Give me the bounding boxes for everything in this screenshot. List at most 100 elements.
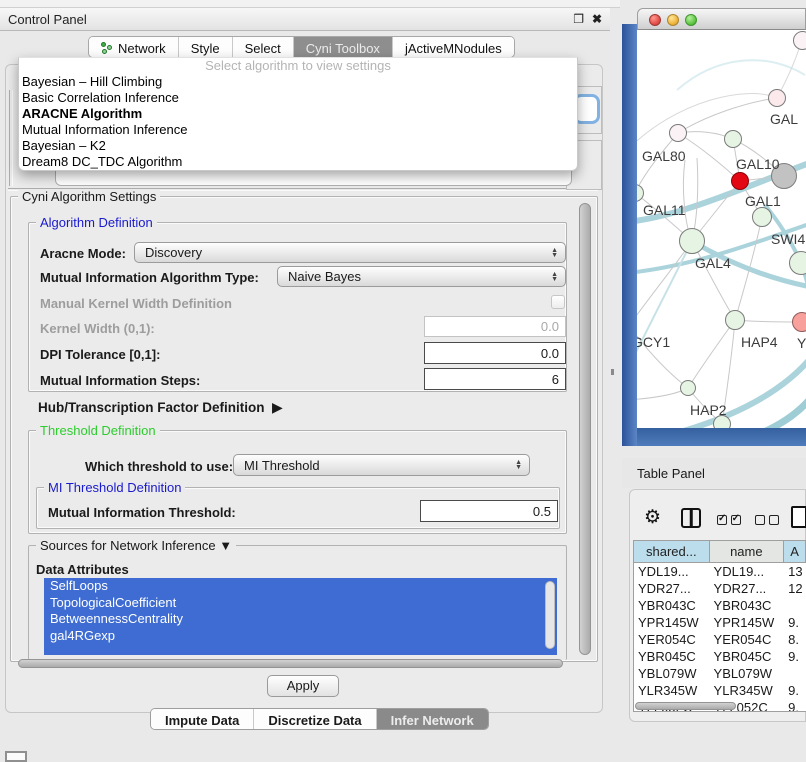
which-threshold-combo[interactable]: MI Threshold ▲▼ [233, 454, 530, 476]
table-row[interactable]: YPR145W YPR145W 9. [634, 614, 806, 631]
table-row[interactable]: YBR043C YBR043C [634, 597, 806, 614]
mi-steps-input[interactable]: 6 [424, 368, 566, 390]
node-hap4[interactable] [725, 310, 745, 330]
column-header-shared-name[interactable]: shared... [634, 541, 710, 562]
mi-threshold-group-title: MI Threshold Definition [44, 480, 185, 495]
menu-item-aracne[interactable]: ARACNE Algorithm [19, 106, 577, 122]
threshold-definition-title: Threshold Definition [36, 423, 160, 438]
cell: YPR145W [634, 614, 710, 631]
docked-panel-button[interactable] [5, 751, 27, 762]
new-table-icon[interactable] [791, 506, 806, 528]
settings-horizontal-scrollbar[interactable] [18, 659, 563, 668]
tab-discretize-data[interactable]: Discretize Data [254, 709, 376, 729]
node-red-selected[interactable] [731, 172, 749, 190]
tab-infer-network-label: Infer Network [391, 713, 474, 728]
cell: 13 [784, 563, 806, 580]
network-canvas[interactable]: GAL GAL80 GAL10 GAL1 GAL11 SWI4 GAL4 GCY… [637, 30, 806, 428]
table-row[interactable]: YBR045C YBR045C 9. [634, 648, 806, 665]
tab-jactivemnodules[interactable]: jActiveMNodules [393, 37, 514, 57]
node-swi4[interactable] [752, 207, 772, 227]
tab-select[interactable]: Select [233, 37, 294, 57]
tab-impute-data[interactable]: Impute Data [151, 709, 254, 729]
attributes-scrollbar[interactable] [545, 581, 555, 649]
tab-infer-network[interactable]: Infer Network [377, 709, 488, 729]
node-gal4[interactable] [679, 228, 705, 254]
menu-item-bayesian-hill-climbing[interactable]: Bayesian – Hill Climbing [19, 74, 577, 90]
cell: YLR345W [710, 682, 785, 699]
table-panel-titlebar: Table Panel [622, 458, 806, 488]
node-label: GAL10 [736, 156, 780, 172]
mi-type-label: Mutual Information Algorithm Type: [40, 270, 259, 285]
tab-cyni-toolbox[interactable]: Cyni Toolbox [294, 37, 393, 57]
menu-item-mutual-information[interactable]: Mutual Information Inference [19, 122, 577, 138]
minimize-traffic-light-icon[interactable] [667, 14, 679, 26]
cell: YDR27... [710, 580, 785, 597]
node-y-cut[interactable] [792, 312, 806, 332]
settings-vertical-scrollbar[interactable] [579, 203, 591, 655]
aracne-mode-combo[interactable]: Discovery ▲▼ [134, 242, 566, 263]
menu-item-basic-correlation[interactable]: Basic Correlation Inference [19, 90, 577, 106]
node-gal-cut[interactable] [768, 89, 786, 107]
tab-style[interactable]: Style [179, 37, 233, 57]
menu-item-dream8[interactable]: Dream8 DC_TDC Algorithm [19, 154, 577, 170]
node-gal80[interactable] [669, 124, 687, 142]
network-window-frame-bottom [637, 428, 806, 446]
table-horizontal-scrollbar[interactable] [635, 702, 736, 710]
hub-definition-label[interactable]: Hub/Transcription Factor Definition [38, 400, 265, 415]
node-hap2[interactable] [680, 380, 696, 396]
which-threshold-label: Which threshold to use: [85, 459, 233, 474]
node-partial-top[interactable] [793, 31, 806, 50]
cyni-settings-title: Cyni Algorithm Settings [18, 189, 160, 204]
cell: YDR27... [634, 580, 710, 597]
table-panel-toolbar: ⚙ [633, 500, 806, 538]
sources-title-text: Sources for Network Inference [40, 538, 216, 553]
deselect-all-checkboxes-icon[interactable] [755, 513, 779, 528]
tab-network[interactable]: Network [89, 37, 179, 57]
tab-discretize-data-label: Discretize Data [268, 713, 361, 728]
cell [784, 665, 806, 682]
cell: YBR043C [634, 597, 710, 614]
list-item[interactable]: TopologicalCoefficient [44, 595, 557, 612]
close-icon[interactable]: ✖ [592, 12, 602, 26]
kernel-width-input[interactable]: 0.0 [424, 316, 566, 337]
mi-type-value: Naive Bayes [288, 269, 361, 284]
node-right-edge-green[interactable] [789, 251, 806, 275]
table-row[interactable]: YLR345W YLR345W 9. [634, 682, 806, 699]
list-item[interactable]: gal4RGexp [44, 628, 557, 645]
cell: 9. [784, 682, 806, 699]
stepper-arrows-icon: ▲▼ [551, 248, 558, 258]
cell: YBL079W [710, 665, 785, 682]
menu-item-bayesian-k2[interactable]: Bayesian – K2 [19, 138, 577, 154]
list-item[interactable]: BetweennessCentrality [44, 611, 557, 628]
table-row[interactable]: YDL19... YDL19... 13 [634, 563, 806, 580]
node-table[interactable]: shared... name A YDL19... YDL19... 13 YD… [633, 540, 806, 712]
data-attributes-list[interactable]: SelfLoops TopologicalCoefficient Between… [44, 578, 557, 655]
network-window-titlebar[interactable] [637, 8, 806, 30]
select-all-checkboxes-icon[interactable] [717, 513, 741, 528]
node-label: GAL4 [695, 255, 731, 271]
sources-collapse-arrow-icon[interactable]: ▼ [219, 538, 232, 553]
stepper-arrows-icon: ▲▼ [551, 272, 558, 282]
splitter-grip[interactable] [611, 369, 614, 375]
mi-threshold-input[interactable]: 0.5 [420, 500, 558, 522]
node-gal10[interactable] [724, 130, 742, 148]
cell: YBR045C [710, 648, 785, 665]
hub-expand-arrow-icon[interactable]: ▶ [272, 399, 283, 416]
close-traffic-light-icon[interactable] [649, 14, 661, 26]
algorithm-placeholder: Select algorithm to view settings [19, 58, 577, 74]
table-row[interactable]: YDR27... YDR27... 12 [634, 580, 806, 597]
gear-icon[interactable]: ⚙ [644, 506, 661, 529]
float-window-icon[interactable]: ❐ [573, 12, 584, 26]
columns-icon[interactable] [681, 508, 701, 528]
manual-kernel-checkbox[interactable] [551, 295, 565, 309]
dpi-tolerance-input[interactable]: 0.0 [424, 342, 566, 364]
list-item[interactable]: SelfLoops [44, 578, 557, 595]
column-header-name[interactable]: name [710, 541, 785, 562]
column-header-cut[interactable]: A [784, 541, 806, 562]
table-row[interactable]: YBL079W YBL079W [634, 665, 806, 682]
mi-type-combo[interactable]: Naive Bayes ▲▼ [277, 266, 566, 287]
table-row[interactable]: YER054C YER054C 8. [634, 631, 806, 648]
zoom-traffic-light-icon[interactable] [685, 14, 697, 26]
screen: Control Panel ❐ ✖ Network Style Select C… [0, 0, 806, 762]
apply-button[interactable]: Apply [267, 675, 339, 697]
